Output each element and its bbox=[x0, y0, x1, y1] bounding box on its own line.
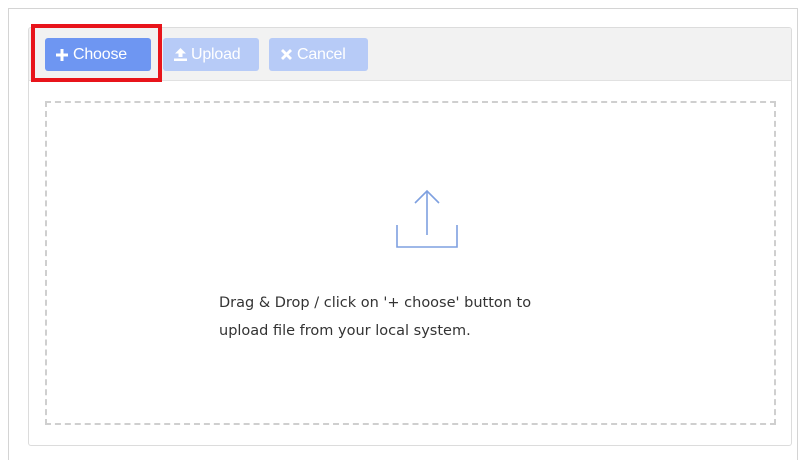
uploader-toolbar: Choose Upload Cancel bbox=[29, 28, 791, 81]
choose-button[interactable]: Choose bbox=[45, 38, 151, 71]
drop-zone-text-line1: Drag & Drop / click on '+ choose' button… bbox=[219, 295, 532, 311]
upload-button-label: Upload bbox=[191, 45, 241, 63]
file-uploader: Choose Upload Cancel Drag & Drop / click… bbox=[28, 27, 792, 446]
cancel-button[interactable]: Cancel bbox=[269, 38, 368, 71]
drop-zone-text-line2: upload file from your local system. bbox=[219, 323, 471, 339]
plus-icon bbox=[55, 48, 69, 62]
drop-zone-instructions: Drag & Drop / click on '+ choose' button… bbox=[219, 289, 639, 345]
times-icon bbox=[279, 48, 293, 62]
upload-icon bbox=[173, 48, 187, 62]
upload-button[interactable]: Upload bbox=[163, 38, 259, 71]
drop-zone[interactable]: Drag & Drop / click on '+ choose' button… bbox=[45, 101, 776, 425]
cancel-button-label: Cancel bbox=[297, 45, 346, 63]
upload-tray-icon bbox=[395, 185, 459, 249]
choose-button-label: Choose bbox=[73, 45, 127, 63]
